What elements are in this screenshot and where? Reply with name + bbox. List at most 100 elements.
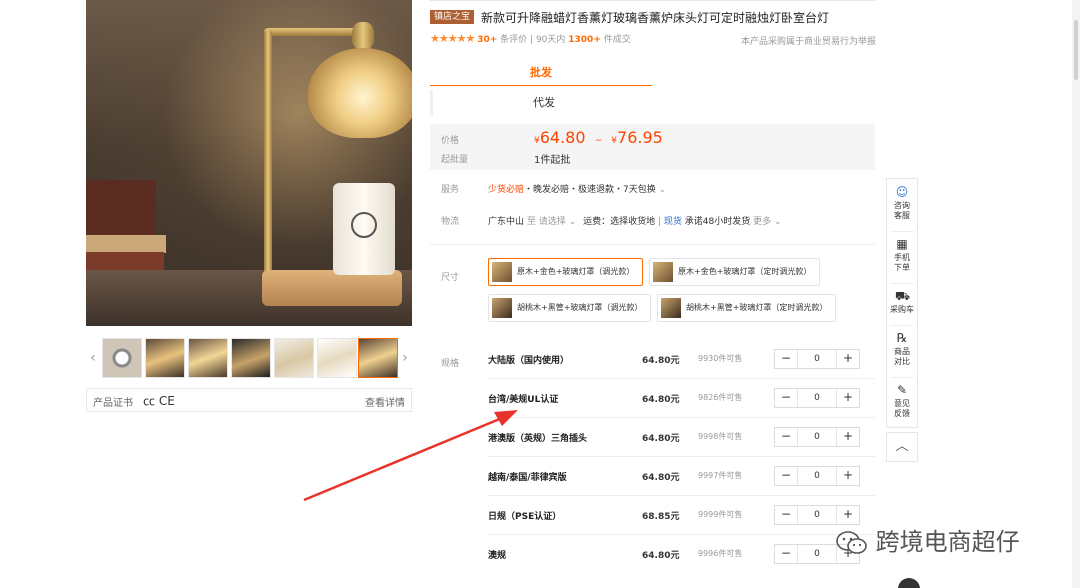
rating-row: ★★★★★ 30+ 条评价 | 90天内 1300+ 件成交 [430, 32, 631, 45]
thumbnail[interactable] [274, 338, 314, 378]
back-to-top-button[interactable]: ︿ [886, 432, 918, 462]
watermark-text: 跨境电商超仔 [875, 528, 1020, 556]
divider [430, 244, 875, 245]
spec-row: 日规（PSE认证） 68.85元 9999件可售 − 0 + [488, 496, 875, 535]
minus-button[interactable]: − [775, 389, 797, 407]
quantity-input[interactable]: 0 [797, 467, 837, 485]
sidebar-consult[interactable]: ☺ 咨询 客服 [887, 185, 917, 221]
qrcode-icon: ▦ [896, 237, 908, 251]
service-label: 服务 [441, 185, 460, 195]
sidebar-cart[interactable]: ⛟ 采购车 [887, 289, 917, 315]
more-link[interactable]: 更多 [753, 217, 771, 227]
spec-price: 64.80元 [642, 551, 680, 561]
size-option[interactable]: 原木+金色+玻璃灯罩（调光款） [488, 258, 644, 286]
minus-button[interactable]: − [775, 428, 797, 446]
tab-dropship[interactable]: 代发 [430, 90, 652, 116]
thumb-next-icon[interactable]: › [398, 336, 412, 380]
thumbnail-video[interactable] [102, 338, 142, 378]
thumbnail-selected[interactable] [358, 338, 398, 378]
certificate-label: 产品证书 [93, 398, 133, 409]
thumb-prev-icon[interactable]: ‹ [86, 336, 100, 380]
size-swatch-icon [653, 262, 673, 282]
reviews-label[interactable]: 条评价 [500, 35, 527, 45]
spec-row: 澳规 64.80元 9996件可售 − 0 + [488, 535, 875, 574]
destination-select[interactable]: 请选择 [539, 217, 566, 227]
plus-button[interactable]: + [837, 350, 859, 368]
plus-button[interactable]: + [837, 428, 859, 446]
scrollbar-thumb[interactable] [1074, 20, 1078, 80]
report-link[interactable]: 举报 [858, 34, 876, 47]
spec-stock: 9998件可售 [698, 432, 743, 441]
size-swatch-icon [492, 262, 512, 282]
view-details-link[interactable]: 查看详情 [365, 394, 405, 409]
size-option[interactable]: 胡桃木+黑管+玻璃灯罩（定时调光款） [657, 294, 837, 322]
spec-row: 港澳版（英规）三角插头 64.80元 9998件可售 − 0 + [488, 418, 875, 457]
spec-price: 64.80元 [642, 395, 680, 405]
spec-row: 大陆版（国内使用） 64.80元 9930件可售 − 0 + [488, 340, 875, 379]
sales-label: 件成交 [603, 35, 631, 45]
spec-stock: 9826件可售 [698, 393, 743, 402]
moq-value: 1件起批 [534, 155, 571, 166]
plus-button[interactable]: + [837, 389, 859, 407]
spec-row: 台湾/美规UL认证 64.80元 9826件可售 − 0 + [488, 379, 875, 418]
side-toolbar: ☺ 咨询 客服 ▦ 手机 下单 ⛟ 采购车 ℞ 商品 对比 ✎ 意见 反馈 [886, 178, 918, 428]
price-box: 价格 ¥64.80 ~ ¥76.95 起批量 1件起批 [430, 124, 875, 170]
minus-button[interactable]: − [775, 467, 797, 485]
watermark: 跨境电商超仔 [836, 522, 1020, 558]
size-option[interactable]: 原木+金色+玻璃灯罩（定时调光款） [649, 258, 821, 286]
quantity-input[interactable]: 0 [797, 545, 837, 563]
floating-badge-icon[interactable] [898, 578, 920, 588]
wechat-icon [836, 531, 867, 554]
thumbnail[interactable] [317, 338, 357, 378]
spec-name: 港澳版（英规）三角插头 [488, 434, 588, 444]
minus-button[interactable]: − [775, 506, 797, 524]
spec-price: 64.80元 [642, 473, 680, 483]
chevron-down-icon: ⌄ [658, 185, 667, 195]
spec-price: 68.85元 [642, 512, 680, 522]
spec-row: 越南/泰国/菲律宾版 64.80元 9997件可售 − 0 + [488, 457, 875, 496]
service-values[interactable]: 少货必赔・晚发必赔・极速退款・7天包换 ⌄ [488, 182, 666, 195]
ce-icon: ㏄ CE [143, 394, 175, 408]
compare-icon: ℞ [896, 331, 908, 345]
reviews-count[interactable]: 30+ [477, 35, 497, 45]
plus-button[interactable]: + [837, 467, 859, 485]
price-label: 价格 [441, 136, 460, 146]
logistics-label: 物流 [441, 217, 460, 227]
size-swatch-icon [492, 298, 512, 318]
sales-count: 1300+ [568, 35, 601, 45]
spec-name: 越南/泰国/菲律宾版 [488, 473, 567, 483]
quantity-input[interactable]: 0 [797, 506, 837, 524]
spec-stock: 9999件可售 [698, 510, 743, 519]
thumbnail[interactable] [231, 338, 271, 378]
spec-stock: 9996件可售 [698, 549, 743, 558]
quantity-stepper: − 0 + [774, 427, 860, 447]
edit-icon: ✎ [896, 383, 908, 397]
size-label: 尺寸 [441, 273, 460, 283]
spec-price: 64.80元 [642, 356, 680, 366]
product-main-image[interactable] [86, 0, 412, 326]
spec-name: 台湾/美规UL认证 [488, 395, 559, 405]
logistics-origin: 广东中山 [488, 217, 525, 227]
sales-period: 90天内 [535, 35, 566, 45]
quantity-stepper: − 0 + [774, 349, 860, 369]
service-highlight: 少货必赔 [488, 185, 525, 195]
moq-label: 起批量 [441, 155, 469, 165]
minus-button[interactable]: − [775, 350, 797, 368]
logistics-values: 广东中山 至 请选择 ⌄ 运费：选择收货地 | 现货 承诺48小时发货 更多 ⌄ [488, 217, 782, 227]
spec-label: 规格 [441, 359, 460, 369]
scrollbar[interactable] [1072, 0, 1080, 588]
sidebar-compare[interactable]: ℞ 商品 对比 [887, 331, 917, 367]
purchase-mode-tabs: 批发 代发 [430, 60, 652, 118]
quantity-input[interactable]: 0 [797, 428, 837, 446]
size-option[interactable]: 胡桃木+黑管+玻璃灯罩（调光款） [488, 294, 652, 322]
sidebar-mobile-order[interactable]: ▦ 手机 下单 [887, 237, 917, 273]
tab-wholesale[interactable]: 批发 [430, 60, 652, 86]
customer-service-icon: ☺ [895, 185, 909, 199]
cart-icon: ⛟ [895, 289, 911, 303]
minus-button[interactable]: − [775, 545, 797, 563]
thumbnail[interactable] [145, 338, 185, 378]
quantity-input[interactable]: 0 [797, 350, 837, 368]
thumbnail[interactable] [188, 338, 228, 378]
quantity-input[interactable]: 0 [797, 389, 837, 407]
sidebar-feedback[interactable]: ✎ 意见 反馈 [887, 383, 917, 419]
